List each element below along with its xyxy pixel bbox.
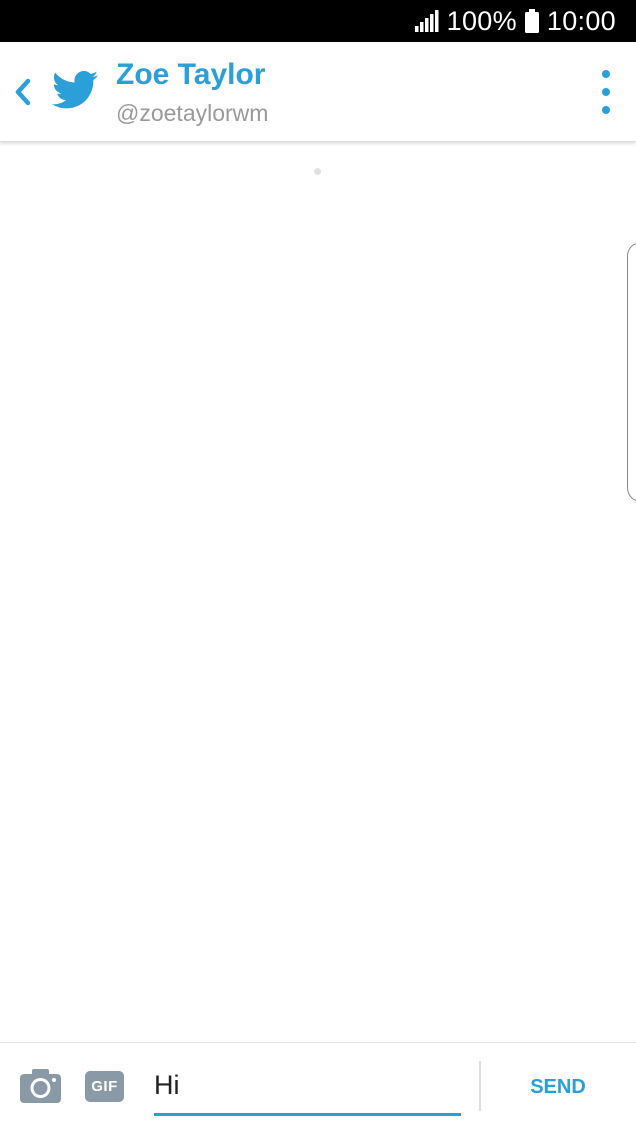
twitter-bird-icon — [52, 70, 98, 109]
signal-icon — [414, 10, 439, 32]
more-options-button[interactable] — [594, 70, 618, 114]
loading-indicator — [314, 168, 321, 175]
more-options-icon-dot — [602, 70, 610, 78]
conversation-title: Zoe Taylor — [116, 58, 266, 91]
message-composer: GIF SEND — [0, 1042, 636, 1131]
more-options-icon-dot — [602, 106, 610, 114]
message-input[interactable] — [154, 1059, 460, 1111]
back-button[interactable] — [6, 68, 40, 116]
status-icons: 100% 10:00 — [414, 0, 616, 42]
conversation-handle: @zoetaylorwm — [116, 100, 269, 126]
back-arrow-icon — [15, 78, 31, 106]
status-bar: 100% 10:00 — [0, 0, 636, 42]
clock: 10:00 — [546, 5, 616, 36]
battery-percent: 100% — [446, 5, 517, 36]
message-thread[interactable] — [0, 142, 636, 1042]
camera-icon[interactable] — [20, 1069, 61, 1103]
edge-panel-handle[interactable] — [627, 242, 636, 502]
send-button[interactable]: SEND — [510, 1071, 606, 1103]
battery-icon — [524, 9, 539, 33]
input-underline — [154, 1113, 461, 1116]
composer-divider — [479, 1061, 481, 1111]
more-options-icon-dot — [602, 88, 610, 96]
conversation-header: Zoe Taylor @zoetaylorwm — [0, 42, 636, 142]
gif-button[interactable]: GIF — [85, 1071, 124, 1102]
